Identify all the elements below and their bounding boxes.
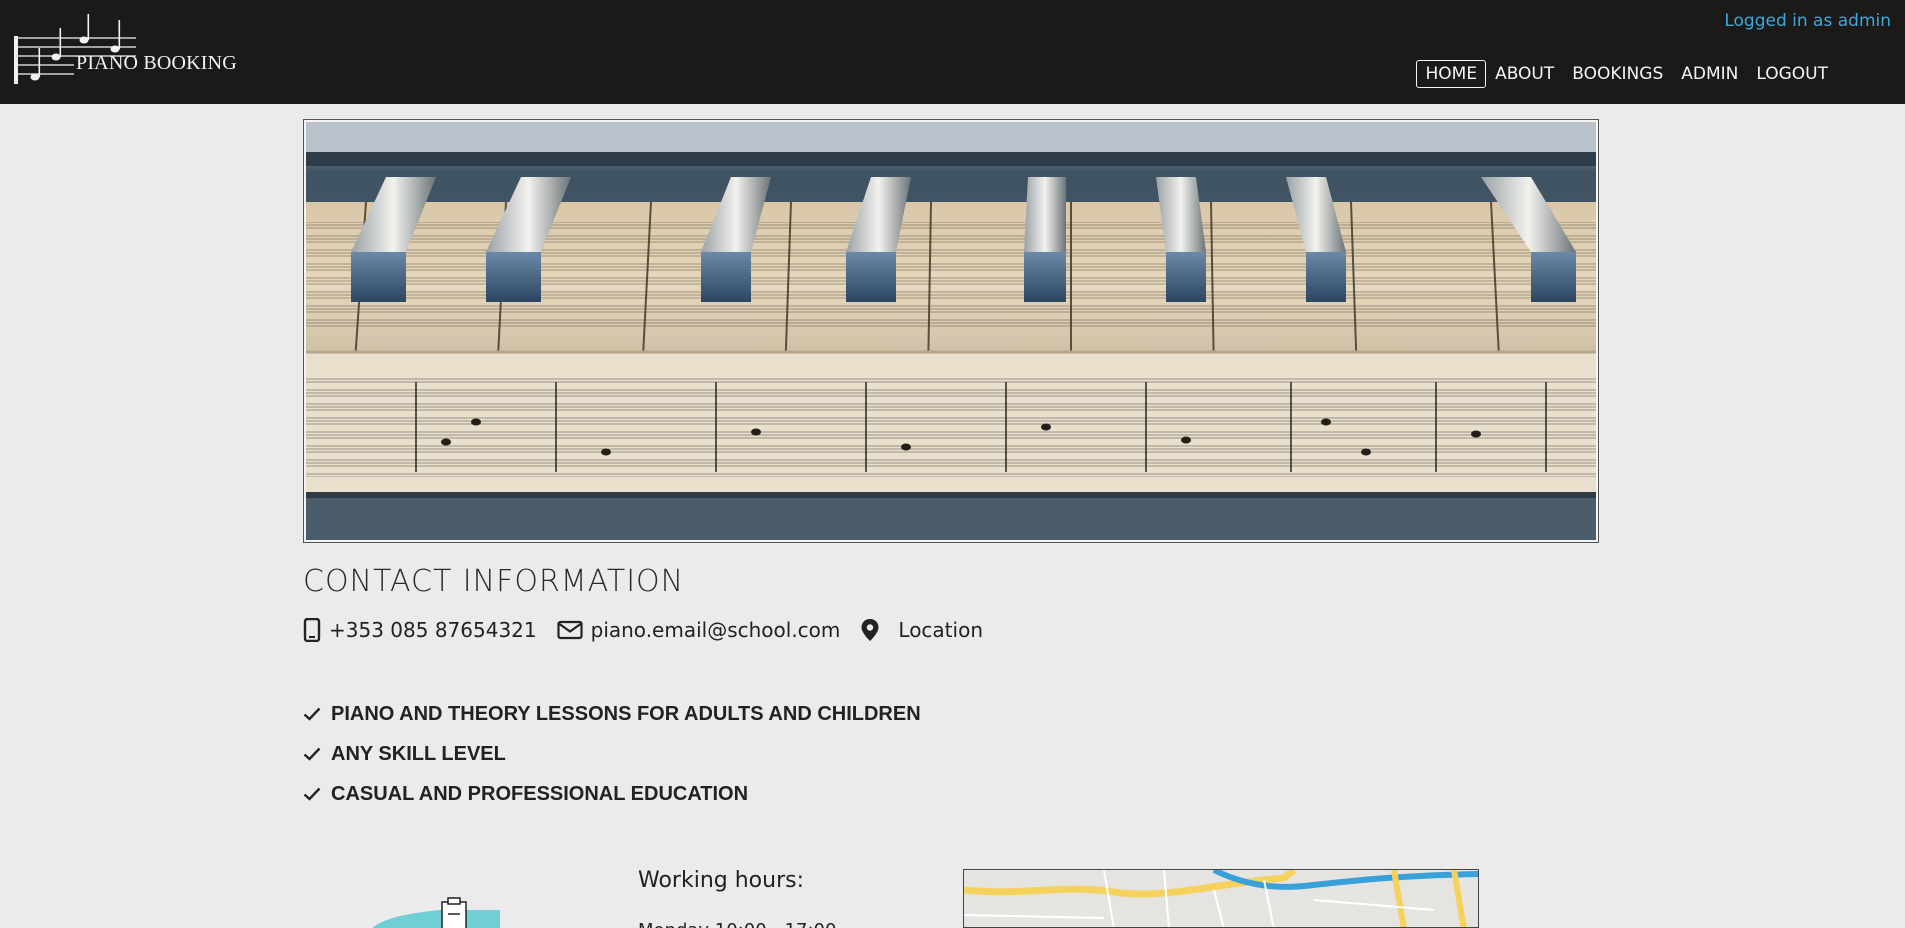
checkmark-icon xyxy=(303,787,321,801)
contact-title: CONTACT INFORMATION xyxy=(303,564,685,599)
main-nav: HOME ABOUT BOOKINGS ADMIN LOGOUT xyxy=(1416,60,1837,88)
email-item[interactable]: piano.email@school.com xyxy=(557,618,841,642)
nav-about[interactable]: ABOUT xyxy=(1486,60,1563,88)
contact-row: +353 085 87654321 piano.email@school.com… xyxy=(303,618,1003,642)
nav-admin[interactable]: ADMIN xyxy=(1672,60,1747,88)
login-status: Logged in as admin xyxy=(1724,11,1891,31)
piano-keys-image xyxy=(306,122,1596,540)
music-staff-logo-icon xyxy=(14,14,136,84)
location-item[interactable]: Location xyxy=(860,618,983,642)
features-list: PIANO AND THEORY LESSONS FOR ADULTS AND … xyxy=(303,694,921,814)
nav-bookings[interactable]: BOOKINGS xyxy=(1563,60,1672,88)
nav-logout[interactable]: LOGOUT xyxy=(1747,60,1837,88)
feature-text: CASUAL AND PROFESSIONAL EDUCATION xyxy=(331,782,749,805)
map-tiles xyxy=(964,870,1478,927)
working-hours-row: Monday 10:00 - 17:00 xyxy=(638,920,836,928)
logo-text[interactable]: PIANO BOOKING xyxy=(76,52,237,75)
location-label: Location xyxy=(898,618,983,642)
email-address: piano.email@school.com xyxy=(590,618,841,642)
piano-illustration-icon xyxy=(372,897,500,928)
nav-home[interactable]: HOME xyxy=(1416,60,1487,88)
phone-item[interactable]: +353 085 87654321 xyxy=(303,618,537,642)
feature-item: ANY SKILL LEVEL xyxy=(303,734,921,774)
location-map[interactable] xyxy=(963,869,1479,928)
piano-illustration xyxy=(360,890,500,928)
phone-icon xyxy=(303,618,321,642)
map-pin-icon xyxy=(861,619,879,641)
feature-text: ANY SKILL LEVEL xyxy=(331,742,506,765)
checkmark-icon xyxy=(303,747,321,761)
navbar: PIANO BOOKING Logged in as admin HOME AB… xyxy=(0,0,1905,104)
feature-text: PIANO AND THEORY LESSONS FOR ADULTS AND … xyxy=(331,702,921,725)
hero-image xyxy=(303,119,1599,543)
site-logo[interactable] xyxy=(14,14,224,86)
working-hours-title: Working hours: xyxy=(638,868,804,893)
feature-item: PIANO AND THEORY LESSONS FOR ADULTS AND … xyxy=(303,694,921,734)
feature-item: CASUAL AND PROFESSIONAL EDUCATION xyxy=(303,774,921,814)
checkmark-icon xyxy=(303,707,321,721)
envelope-icon xyxy=(557,620,583,640)
phone-number: +353 085 87654321 xyxy=(329,618,537,642)
